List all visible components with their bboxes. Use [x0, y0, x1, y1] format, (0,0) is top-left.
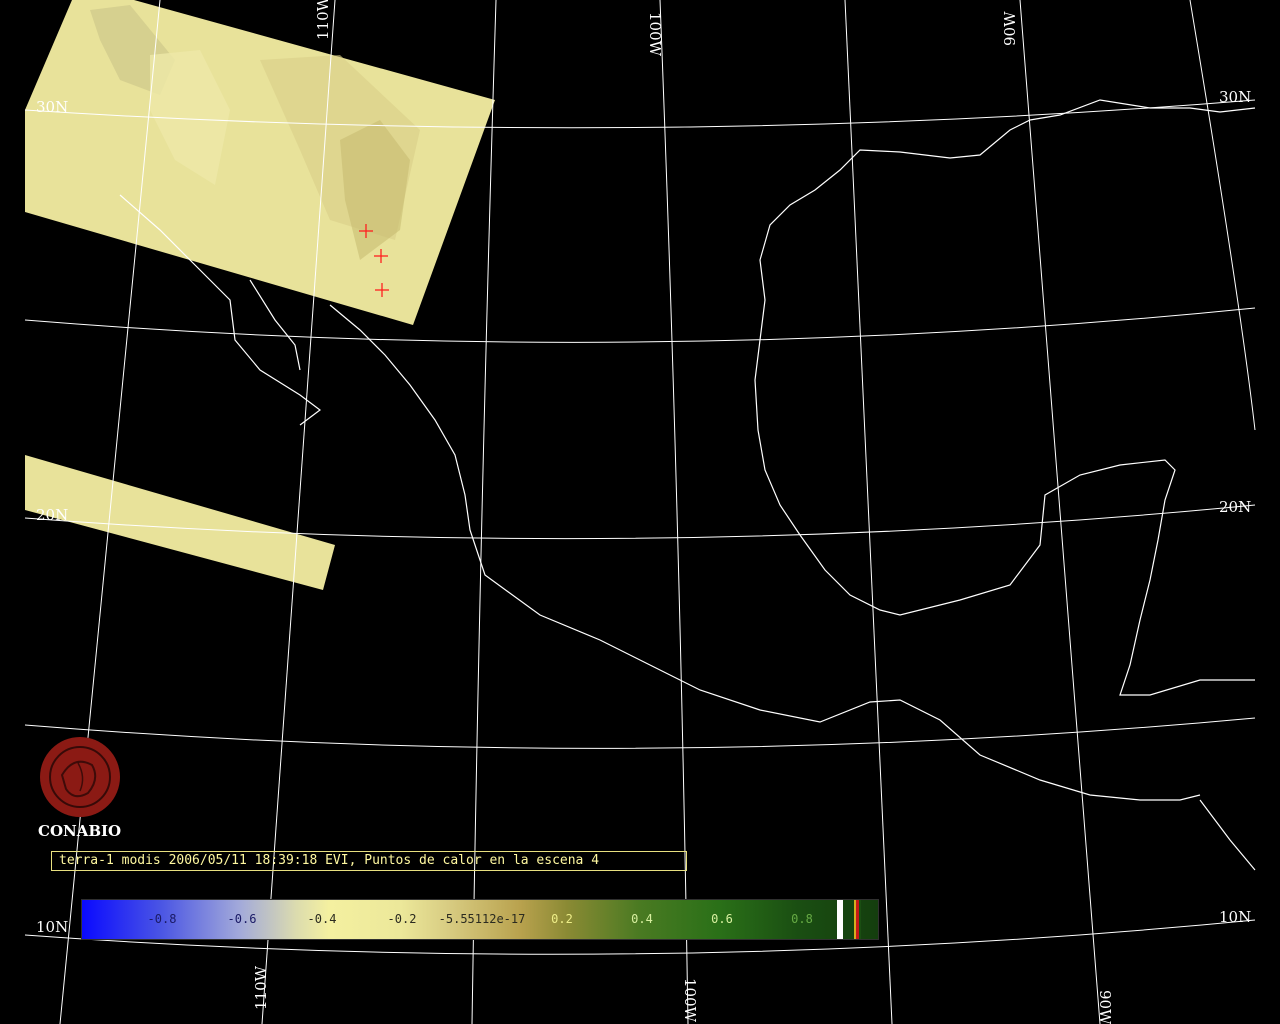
color-scale-tick: 0.6 — [711, 912, 733, 926]
color-scale-tick: 0.2 — [551, 912, 573, 926]
lat-label-right-10n: 10N — [1219, 908, 1251, 926]
lat-label-right-30n: 30N — [1219, 88, 1251, 106]
color-scale-tick: -5.55112e-17 — [438, 912, 526, 926]
satellite-scene-upper — [25, 0, 495, 325]
color-scale-tick: -0.6 — [227, 912, 257, 926]
lat-label-left-30n: 30N — [36, 98, 68, 116]
satellite-scene-lower — [25, 455, 335, 590]
lon-label-top-110w: 110W — [314, 0, 332, 40]
color-scale-tick: -0.2 — [387, 912, 417, 926]
lon-label-top-90w: 90W — [1001, 11, 1019, 46]
lon-label-bottom-90w: 90W — [1096, 990, 1114, 1024]
lon-label-top-100w: 100W — [646, 12, 664, 57]
lon-label-bottom-100w: 100W — [681, 978, 699, 1023]
lat-label-left-10n: 10N — [36, 918, 68, 936]
lat-label-right-20n: 20N — [1219, 498, 1251, 516]
color-scale-tick: -0.4 — [307, 912, 337, 926]
color-scale-flag-green — [859, 900, 861, 939]
lon-label-bottom-110w: 110W — [252, 965, 270, 1010]
logo-wordmark: CONABIO — [38, 822, 122, 840]
evi-color-scale: -0.8 -0.6 -0.4 -0.2 -5.55112e-17 0.2 0.4… — [81, 899, 879, 940]
color-scale-tick: 0.8 — [791, 912, 813, 926]
color-scale-tick: -0.8 — [147, 912, 177, 926]
color-scale-flag-white — [837, 900, 843, 939]
lat-label-left-20n: 20N — [36, 506, 68, 524]
scene-caption: terra-1 modis 2006/05/11 18:39:18 EVI, P… — [51, 851, 687, 871]
color-scale-tick: 0.4 — [631, 912, 653, 926]
